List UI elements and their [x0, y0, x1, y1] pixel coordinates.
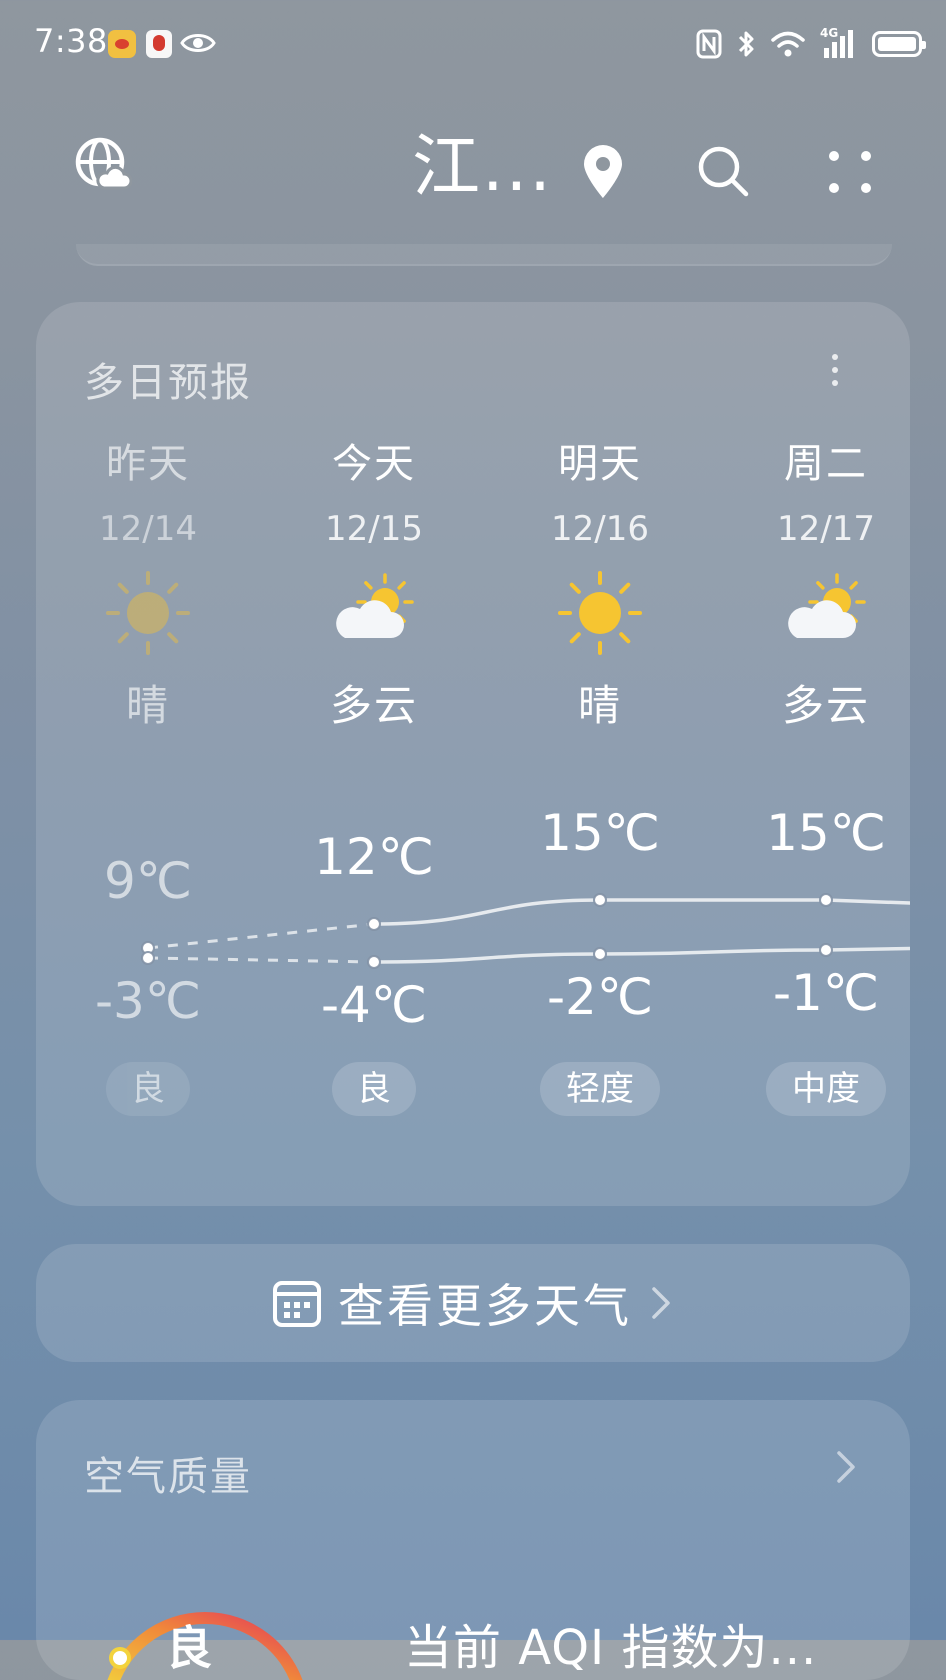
day-name: 周二	[784, 441, 868, 487]
aqi-level: 良	[166, 1621, 212, 1675]
battery-icon	[872, 31, 926, 57]
high-temp-label: 15℃	[766, 804, 886, 862]
aqi-badge: 良	[106, 1062, 190, 1116]
status-time: 7:38	[34, 22, 108, 60]
low-temp-label: -2℃	[546, 968, 653, 1026]
day-name: 今天	[332, 441, 416, 487]
aqi-badge: 良	[332, 1062, 416, 1116]
calendar-icon	[273, 1281, 321, 1327]
high-temp-label: 9℃	[104, 852, 192, 910]
chevron-right-icon[interactable]	[834, 1448, 858, 1486]
day-date: 12/14	[99, 509, 197, 549]
city-title[interactable]: 江...	[412, 128, 553, 208]
day-name: 明天	[558, 441, 642, 487]
day-condition: 晴	[577, 681, 622, 730]
forecast-day[interactable]: 昨天 12/14 晴	[48, 432, 248, 736]
day-condition: 晴	[125, 681, 170, 730]
aqi-description: 当前 AQI 指数为...	[404, 1620, 818, 1676]
location-pin-icon[interactable]	[580, 144, 626, 200]
red-app-icon	[146, 30, 172, 58]
aqi-badge: 轻度	[540, 1062, 660, 1116]
signal-4g-icon: 4G	[820, 26, 858, 60]
low-temp-label: -3℃	[94, 972, 201, 1030]
system-icons: 4G	[696, 26, 926, 62]
air-quality-title: 空气质量	[84, 1454, 252, 1500]
multi-day-forecast-card[interactable]: 多日预报 昨天 12/14 晴今天 12/15 多云 明天 12/16 晴周二 12/17 多…	[36, 302, 910, 1206]
forecast-day[interactable]: 今天 12/15 多云	[274, 432, 474, 736]
high-temp-point	[367, 917, 381, 931]
search-icon[interactable]	[696, 144, 750, 198]
aqi-badge: 中度	[766, 1062, 886, 1116]
partly-cloudy-icon	[788, 573, 866, 638]
more-weather-label: 查看更多天气	[338, 1279, 632, 1333]
low-temp-point	[819, 943, 833, 957]
low-temp-point	[593, 947, 607, 961]
low-temp-label: -1℃	[772, 964, 879, 1022]
wifi-icon	[771, 31, 805, 57]
high-temp-label: 15℃	[540, 804, 660, 862]
more-weather-button[interactable]: 查看更多天气	[36, 1244, 910, 1362]
day-date: 12/16	[551, 509, 649, 549]
forecast-day[interactable]: 周二 12/17 多云	[726, 432, 910, 736]
grid-menu-icon[interactable]	[826, 148, 874, 196]
high-temp-point	[819, 893, 833, 907]
nfc-icon	[696, 29, 722, 59]
day-condition: 多云	[781, 681, 870, 730]
partly-cloudy-icon	[336, 573, 414, 638]
collapsed-card-edge	[76, 244, 892, 266]
day-date: 12/17	[777, 509, 875, 549]
sun-icon	[558, 571, 642, 655]
chevron-right-icon	[652, 1287, 670, 1319]
high-temp-past-line	[147, 922, 375, 950]
day-condition: 多云	[329, 681, 418, 730]
air-quality-card[interactable]: 空气质量 良 当前 AQI 指数为...	[36, 1400, 910, 1680]
forecast-day[interactable]: 明天 12/16 晴	[500, 432, 700, 736]
high-temp-label: 12℃	[314, 828, 434, 886]
high-temp-point	[593, 893, 607, 907]
low-temp-label: -4℃	[320, 976, 427, 1034]
low-temp-past-line	[147, 956, 375, 964]
sun-icon	[106, 571, 190, 655]
day-date: 12/15	[325, 509, 423, 549]
day-name: 昨天	[106, 441, 190, 487]
globe-cloud-icon[interactable]	[74, 136, 132, 194]
status-bar: 7:38 4G	[0, 0, 946, 90]
weibo-icon	[108, 30, 136, 58]
eye-icon	[180, 34, 216, 52]
low-temp-point	[367, 955, 381, 969]
low-temp-point	[141, 951, 155, 965]
bluetooth-icon	[738, 31, 754, 57]
